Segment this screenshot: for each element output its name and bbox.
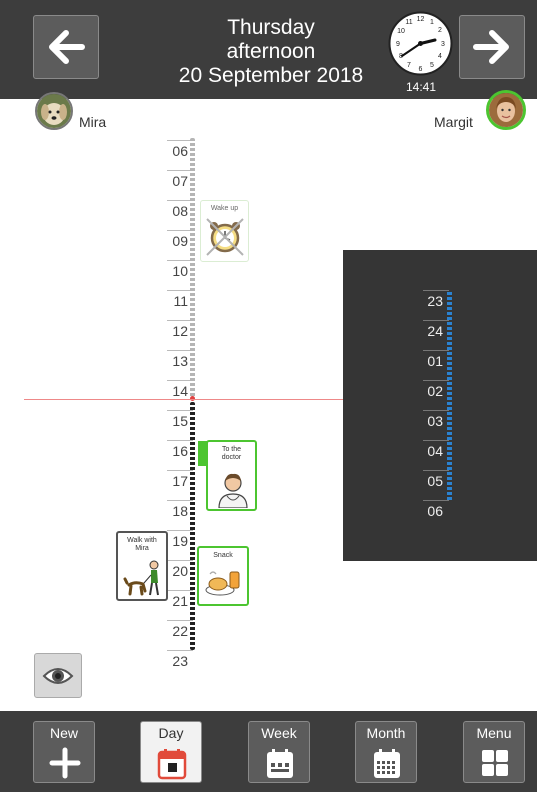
next-day-button[interactable] — [459, 15, 525, 79]
activity-card-snack[interactable]: Snack — [197, 546, 249, 606]
night-hour-tick-line — [423, 350, 449, 351]
svg-text:9: 9 — [396, 41, 400, 48]
day-period: afternoon — [226, 40, 316, 63]
svg-text:10: 10 — [397, 28, 405, 35]
menu-button[interactable]: Menu — [463, 721, 525, 783]
night-timeline-dots — [447, 292, 452, 500]
night-hour-tick-line — [423, 290, 449, 291]
month-view-button[interactable]: Month — [355, 721, 417, 783]
previous-day-button[interactable] — [33, 15, 99, 79]
eye-icon — [42, 667, 74, 684]
week-button-label: Week — [261, 725, 297, 741]
clock-time: 14:41 — [405, 80, 437, 94]
activity-card-walk-with-mira[interactable]: Walk with Mira — [116, 531, 168, 601]
hour-label: 13 — [172, 353, 188, 369]
hour-label: 22 — [172, 623, 188, 639]
hour-label: 19 — [172, 533, 188, 549]
hour-label: 15 — [172, 413, 188, 429]
night-hour-tick-line — [423, 320, 449, 321]
dog-walk-icon — [123, 560, 159, 596]
svg-text:6: 6 — [419, 66, 423, 73]
day-button-label: Day — [158, 725, 184, 741]
top-bar: Thursday afternoon 20 September 2018 12 1… — [0, 0, 537, 99]
dog-photo-icon — [37, 94, 71, 128]
menu-grid-icon — [482, 750, 508, 776]
hour-tick-line — [167, 650, 193, 651]
current-time-line — [24, 399, 344, 400]
hour-label: 18 — [172, 503, 188, 519]
date-heading: Thursday afternoon 20 September 2018 — [140, 16, 402, 88]
night-hour-label: 06 — [427, 503, 443, 519]
hour-label: 10 — [172, 263, 188, 279]
visibility-toggle-button[interactable] — [34, 653, 82, 698]
activity-label: Walk with Mira — [127, 537, 157, 552]
woman-photo-icon — [489, 93, 523, 127]
svg-text:7: 7 — [407, 62, 411, 69]
night-hour-tick-line — [423, 440, 449, 441]
bottom-toolbar: New Day Week Month Menu — [0, 711, 537, 792]
analog-clock-icon: 12 12 345 678 91011 — [388, 11, 453, 76]
activity-label: To the doctor — [221, 446, 242, 461]
day-name: Thursday — [227, 16, 315, 39]
day-calendar-icon — [157, 749, 187, 780]
night-hour-tick-line — [423, 470, 449, 471]
night-hour-label: 02 — [427, 383, 443, 399]
week-calendar-icon — [267, 749, 293, 778]
doctor-icon — [218, 473, 248, 508]
activity-card-doctor[interactable]: To the doctor — [206, 440, 257, 511]
hour-label: 09 — [172, 233, 188, 249]
new-button[interactable]: New — [33, 721, 95, 783]
hour-label: 20 — [172, 563, 188, 579]
night-hour-label: 24 — [427, 323, 443, 339]
svg-text:11: 11 — [405, 19, 412, 26]
night-hour-label: 03 — [427, 413, 443, 429]
hour-label: 21 — [172, 593, 188, 609]
arrow-left-icon — [49, 30, 85, 64]
night-hour-tick-line — [423, 380, 449, 381]
person-name-left: Mira — [79, 114, 107, 130]
menu-button-label: Menu — [476, 725, 512, 741]
svg-text:3: 3 — [441, 41, 445, 48]
day-view-button[interactable]: Day — [140, 721, 202, 783]
svg-text:5: 5 — [430, 62, 434, 69]
hour-label: 06 — [172, 143, 188, 159]
night-hour-tick-line — [423, 410, 449, 411]
night-hour-label: 04 — [427, 443, 443, 459]
night-hour-tick-line — [423, 500, 449, 501]
alarm-clock-icon — [206, 218, 244, 256]
hour-label: 23 — [172, 653, 188, 669]
activity-label: Wake up — [210, 205, 239, 212]
month-button-label: Month — [366, 725, 406, 741]
plus-icon — [49, 747, 81, 779]
night-hour-label: 01 — [427, 353, 443, 369]
month-calendar-icon — [374, 749, 400, 778]
new-button-label: New — [49, 725, 78, 741]
night-hour-label: 05 — [427, 473, 443, 489]
activity-label: Snack — [213, 552, 233, 559]
timeline-dots-future — [190, 402, 195, 650]
snack-icon — [205, 571, 240, 596]
person-name-right: Margit — [434, 114, 473, 130]
hour-label: 12 — [172, 323, 188, 339]
hour-label: 16 — [172, 443, 188, 459]
arrow-right-icon — [473, 30, 509, 64]
activity-card-wake-up[interactable]: Wake up — [200, 200, 249, 262]
night-timeline-panel: 23 24 01 02 03 04 05 06 — [343, 250, 537, 561]
hour-label: 11 — [173, 293, 188, 309]
full-date: 20 September 2018 — [178, 64, 364, 87]
avatar-right[interactable] — [486, 90, 526, 130]
svg-text:1: 1 — [430, 19, 434, 26]
hour-label: 17 — [172, 473, 188, 489]
avatar-left[interactable] — [35, 92, 73, 130]
hour-label: 07 — [172, 173, 188, 189]
timeline-dots-past — [190, 138, 195, 398]
svg-text:12: 12 — [417, 16, 425, 23]
hour-label: 14 — [172, 383, 188, 399]
night-hour-label: 23 — [427, 293, 443, 309]
hour-label: 08 — [172, 203, 188, 219]
week-view-button[interactable]: Week — [248, 721, 310, 783]
svg-text:2: 2 — [438, 27, 442, 34]
svg-text:4: 4 — [438, 53, 442, 60]
